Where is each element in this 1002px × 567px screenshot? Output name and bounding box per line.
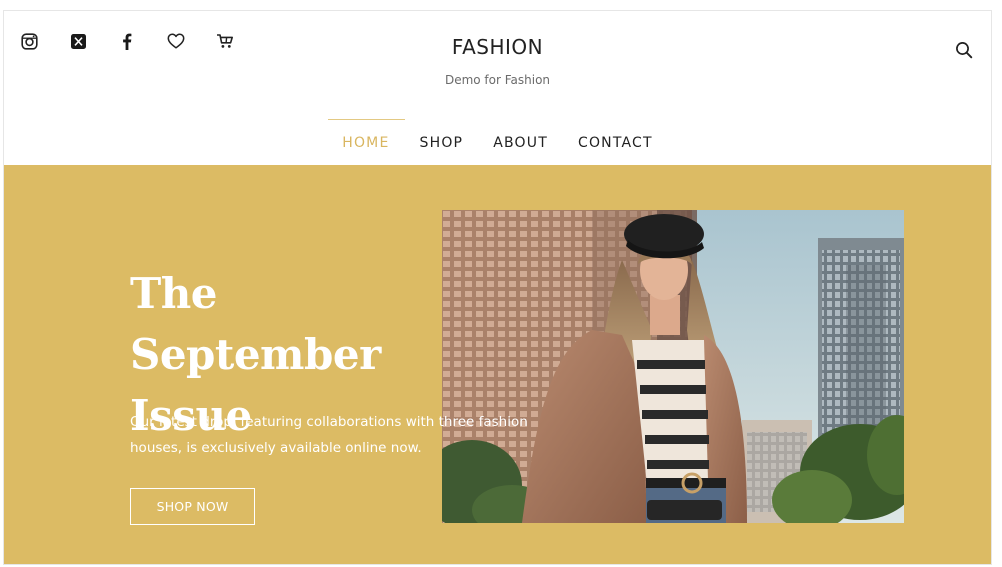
brand-title[interactable]: FASHION	[4, 35, 991, 59]
main-nav: HOME SHOP ABOUT CONTACT	[4, 119, 991, 153]
search-icon[interactable]	[955, 41, 975, 61]
site-frame: FASHION Demo for Fashion HOME SHOP ABOUT…	[3, 10, 992, 565]
shop-now-button[interactable]: SHOP NOW	[130, 488, 255, 525]
hero-description: Our latest drop, featuring collaboration…	[130, 414, 528, 456]
nav-item-contact[interactable]: CONTACT	[563, 133, 668, 153]
hero-image	[442, 210, 904, 523]
nav-item-home[interactable]: HOME	[327, 119, 405, 153]
brand: FASHION Demo for Fashion	[4, 35, 991, 87]
nav-item-shop[interactable]: SHOP	[405, 133, 479, 153]
nav-item-about[interactable]: ABOUT	[478, 133, 563, 153]
hero-banner: The September Issue Our latest drop, fea…	[4, 165, 991, 564]
brand-subtitle: Demo for Fashion	[444, 73, 551, 87]
